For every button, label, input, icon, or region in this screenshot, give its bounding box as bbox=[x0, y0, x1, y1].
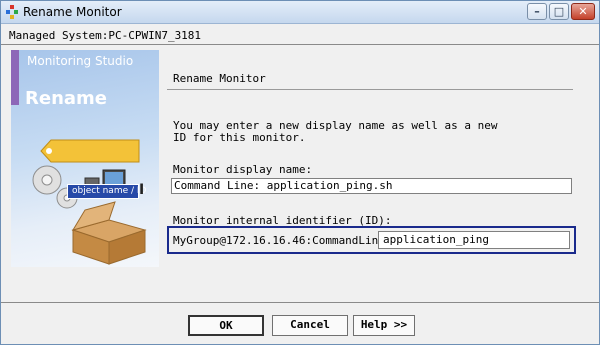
maximize-button[interactable]: □ bbox=[549, 3, 569, 20]
ok-button[interactable]: OK bbox=[188, 315, 264, 336]
description-text: You may enter a new display name as well… bbox=[173, 119, 498, 144]
cancel-button[interactable]: Cancel bbox=[272, 315, 348, 336]
wizard-banner-image: Monitoring Studio Rename object name / I… bbox=[11, 50, 159, 267]
section-divider bbox=[167, 89, 573, 90]
help-button[interactable]: Help >> bbox=[353, 315, 415, 336]
managed-system-label: Managed System:PC-CPWIN7_3181 bbox=[9, 29, 202, 42]
minimize-button[interactable]: – bbox=[527, 3, 547, 20]
title-bar: Rename Monitor – □ ✕ bbox=[1, 1, 599, 24]
banner-tag: object name / ID bbox=[67, 184, 146, 199]
app-icon bbox=[6, 5, 18, 19]
text-cursor-icon: I bbox=[139, 182, 145, 198]
close-icon: ✕ bbox=[578, 5, 588, 18]
rename-monitor-dialog: Rename Monitor – □ ✕ Managed System:PC-C… bbox=[0, 0, 600, 345]
display-name-input[interactable]: Command Line: application_ping.sh bbox=[171, 178, 572, 194]
display-name-label: Monitor display name: bbox=[173, 163, 313, 176]
minimize-icon: – bbox=[534, 5, 540, 18]
maximize-icon: □ bbox=[553, 5, 565, 18]
close-button[interactable]: ✕ bbox=[571, 3, 595, 20]
internal-id-input[interactable]: application_ping bbox=[378, 231, 570, 249]
window-title: Rename Monitor bbox=[23, 5, 122, 19]
footer-divider bbox=[1, 302, 599, 303]
banner-artwork bbox=[32, 139, 147, 265]
section-title: Rename Monitor bbox=[173, 72, 266, 85]
id-prefix-label: MyGroup@172.16.16.46:CommandLine: bbox=[173, 234, 392, 247]
divider bbox=[1, 44, 599, 45]
banner-tag-text: object name / ID bbox=[72, 186, 147, 196]
